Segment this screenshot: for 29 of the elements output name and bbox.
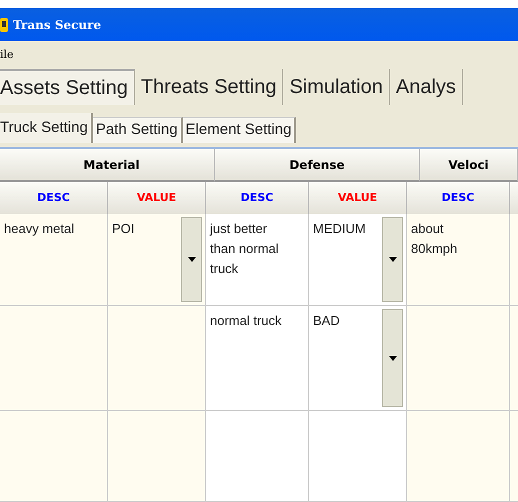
dropdown-button[interactable]: [382, 309, 403, 407]
cell-text: heavy metal: [3, 220, 76, 238]
dropdown-button[interactable]: [382, 217, 403, 302]
tab[interactable]: Assets Setting: [0, 69, 135, 105]
group-header: Veloci: [420, 149, 518, 182]
caret-icon: [188, 257, 196, 262]
menu-item[interactable]: ile: [0, 46, 14, 64]
cell-text: normal truck: [209, 312, 283, 330]
column-header: VALUE: [309, 182, 407, 214]
caret-icon: [388, 257, 396, 262]
window-title: Trans Secure: [13, 16, 102, 34]
column-header: [510, 182, 518, 214]
column-header: DESC: [407, 182, 510, 214]
cell-text: BAD: [312, 312, 341, 330]
column-header: DESC: [0, 182, 108, 214]
cell-text: MEDIUM: [312, 220, 367, 238]
group-header: Defense: [215, 149, 420, 182]
column-header: VALUE: [108, 182, 206, 214]
app-icon: [0, 16, 9, 32]
tab[interactable]: Element Setting: [182, 117, 296, 143]
tab[interactable]: Path Setting: [92, 117, 183, 143]
caret-icon: [388, 356, 396, 360]
group-header: Material: [0, 149, 215, 182]
column-header: DESC: [206, 182, 309, 214]
dropdown-button[interactable]: [181, 217, 202, 302]
cell-text: about 80kmph: [410, 220, 458, 258]
cell-text: POI: [111, 220, 136, 238]
tab[interactable]: Truck Setting: [0, 113, 93, 143]
cell-text: just better than normal truck: [208, 220, 280, 278]
